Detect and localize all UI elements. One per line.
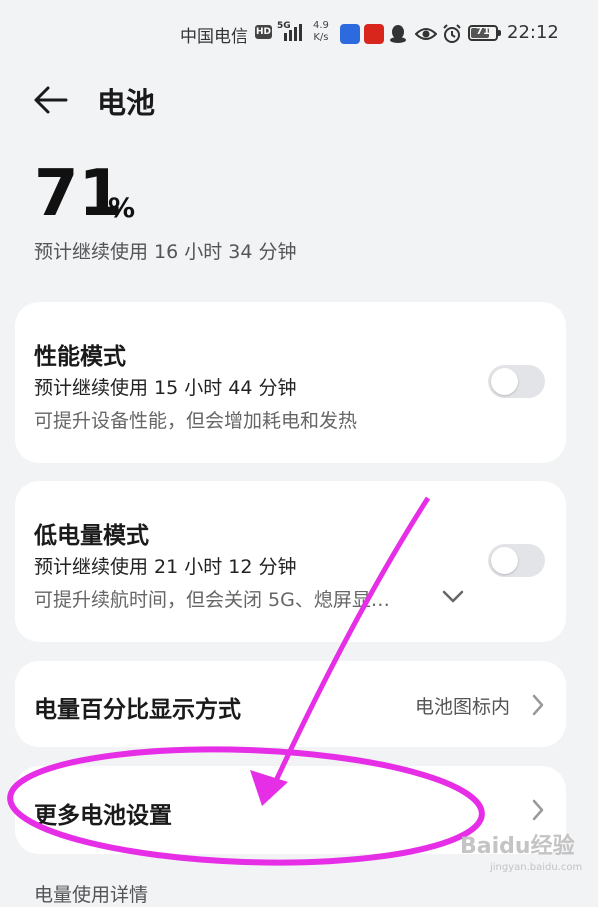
low-power-mode-card[interactable]: 低电量模式 预计继续使用 21 小时 12 分钟 可提升续航时间，但会关闭 5G…	[15, 481, 566, 642]
performance-mode-estimate: 预计继续使用 15 小时 44 分钟	[34, 377, 297, 399]
speed-value: 4.9	[313, 20, 329, 31]
percentage-display-title: 电量百分比显示方式	[34, 697, 241, 723]
status-bar: 中国电信 HD 5G 4.9 K/s 71 22:12	[0, 0, 598, 64]
signal-icon	[284, 24, 302, 41]
battery-cap	[498, 30, 501, 36]
hd-badge: HD	[255, 25, 272, 39]
clock: 22:12	[507, 22, 559, 43]
percentage-display-value: 电池图标内	[415, 696, 511, 718]
chevron-right-icon	[532, 799, 544, 821]
baidu-watermark-url: jingyan.baidu.com	[490, 862, 583, 873]
low-power-mode-description: 可提升续航时间，但会关闭 5G、熄屏显…	[34, 589, 390, 611]
eye-icon	[415, 28, 437, 40]
network-speed: 4.9 K/s	[313, 20, 329, 44]
low-power-mode-toggle[interactable]	[488, 544, 545, 577]
app-icon-blue	[340, 24, 360, 44]
app-icon-red	[364, 24, 384, 44]
battery-percentage-unit: %	[108, 193, 136, 224]
qq-icon	[390, 25, 406, 43]
battery-usage-section-title: 电量使用详情	[34, 884, 149, 906]
chevron-down-icon[interactable]	[442, 590, 464, 604]
page-title: 电池	[97, 86, 156, 120]
speed-unit: K/s	[313, 32, 329, 43]
low-power-mode-title: 低电量模式	[34, 523, 149, 549]
performance-mode-description: 可提升设备性能，但会增加耗电和发热	[34, 410, 358, 432]
percentage-display-row[interactable]: 电量百分比显示方式 电池图标内	[15, 661, 566, 747]
toggle-knob	[491, 547, 518, 574]
toggle-knob	[491, 368, 518, 395]
chevron-right-icon	[532, 694, 544, 716]
alarm-icon	[443, 24, 461, 43]
more-battery-settings-title: 更多电池设置	[34, 803, 172, 829]
low-power-mode-estimate: 预计继续使用 21 小时 12 分钟	[34, 556, 297, 578]
performance-mode-toggle[interactable]	[488, 365, 545, 398]
battery-remaining-time: 预计继续使用 16 小时 34 分钟	[34, 241, 297, 263]
battery-level: 71	[476, 26, 490, 37]
baidu-watermark: Baidu经验	[460, 834, 575, 859]
performance-mode-title: 性能模式	[34, 344, 126, 370]
back-arrow-icon[interactable]	[30, 80, 70, 120]
carrier-label: 中国电信	[180, 27, 248, 47]
battery-icon: 71	[468, 25, 498, 41]
performance-mode-card[interactable]: 性能模式 预计继续使用 15 小时 44 分钟 可提升设备性能，但会增加耗电和发…	[15, 302, 566, 463]
